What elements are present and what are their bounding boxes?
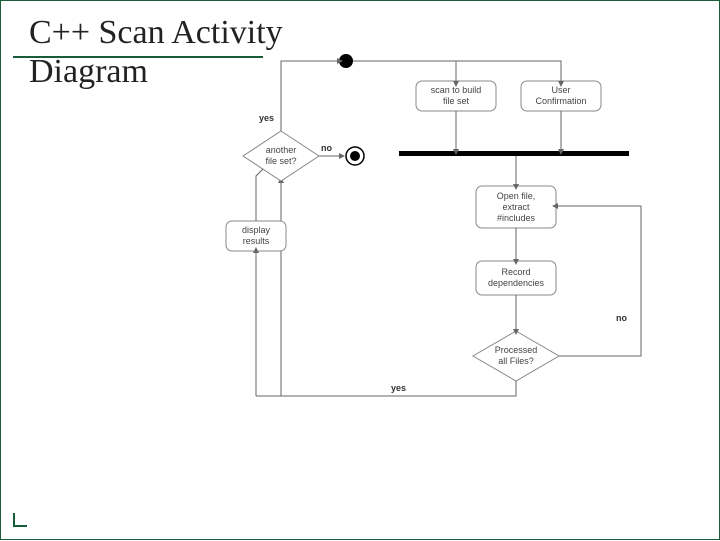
final-node-dot [350, 151, 360, 161]
edge-start-scan [353, 61, 456, 81]
node-display-l1: display [242, 225, 271, 235]
label-yes-top: yes [259, 113, 274, 123]
edge-display-to-another [256, 169, 263, 221]
node-another-l2: file set? [265, 156, 296, 166]
slide-frame: C++ Scan Activity Diagram scan to build … [0, 0, 720, 540]
node-processed-l1: Processed [495, 345, 538, 355]
activity-diagram: scan to build file set User Confirmation… [1, 1, 720, 541]
node-open-l1: Open file, [497, 191, 536, 201]
node-open-l3: #includes [497, 213, 536, 223]
node-display-l2: results [243, 236, 270, 246]
node-open-l2: extract [502, 202, 530, 212]
node-scan-build-l2: file set [443, 96, 470, 106]
edge-processed-no-loop [556, 206, 641, 356]
edge-start-userconf [353, 61, 561, 81]
label-no-mid: no [321, 143, 332, 153]
arrow-another-no [339, 153, 345, 159]
label-yes-bottom: yes [391, 383, 406, 393]
node-record-l1: Record [501, 267, 530, 277]
label-no-right: no [616, 313, 627, 323]
node-record-l2: dependencies [488, 278, 545, 288]
edge-another-yes [281, 61, 339, 131]
node-user-conf-l2: Confirmation [535, 96, 586, 106]
node-processed-l2: all Files? [498, 356, 534, 366]
node-another-l1: another [266, 145, 297, 155]
sync-bar [399, 151, 629, 156]
